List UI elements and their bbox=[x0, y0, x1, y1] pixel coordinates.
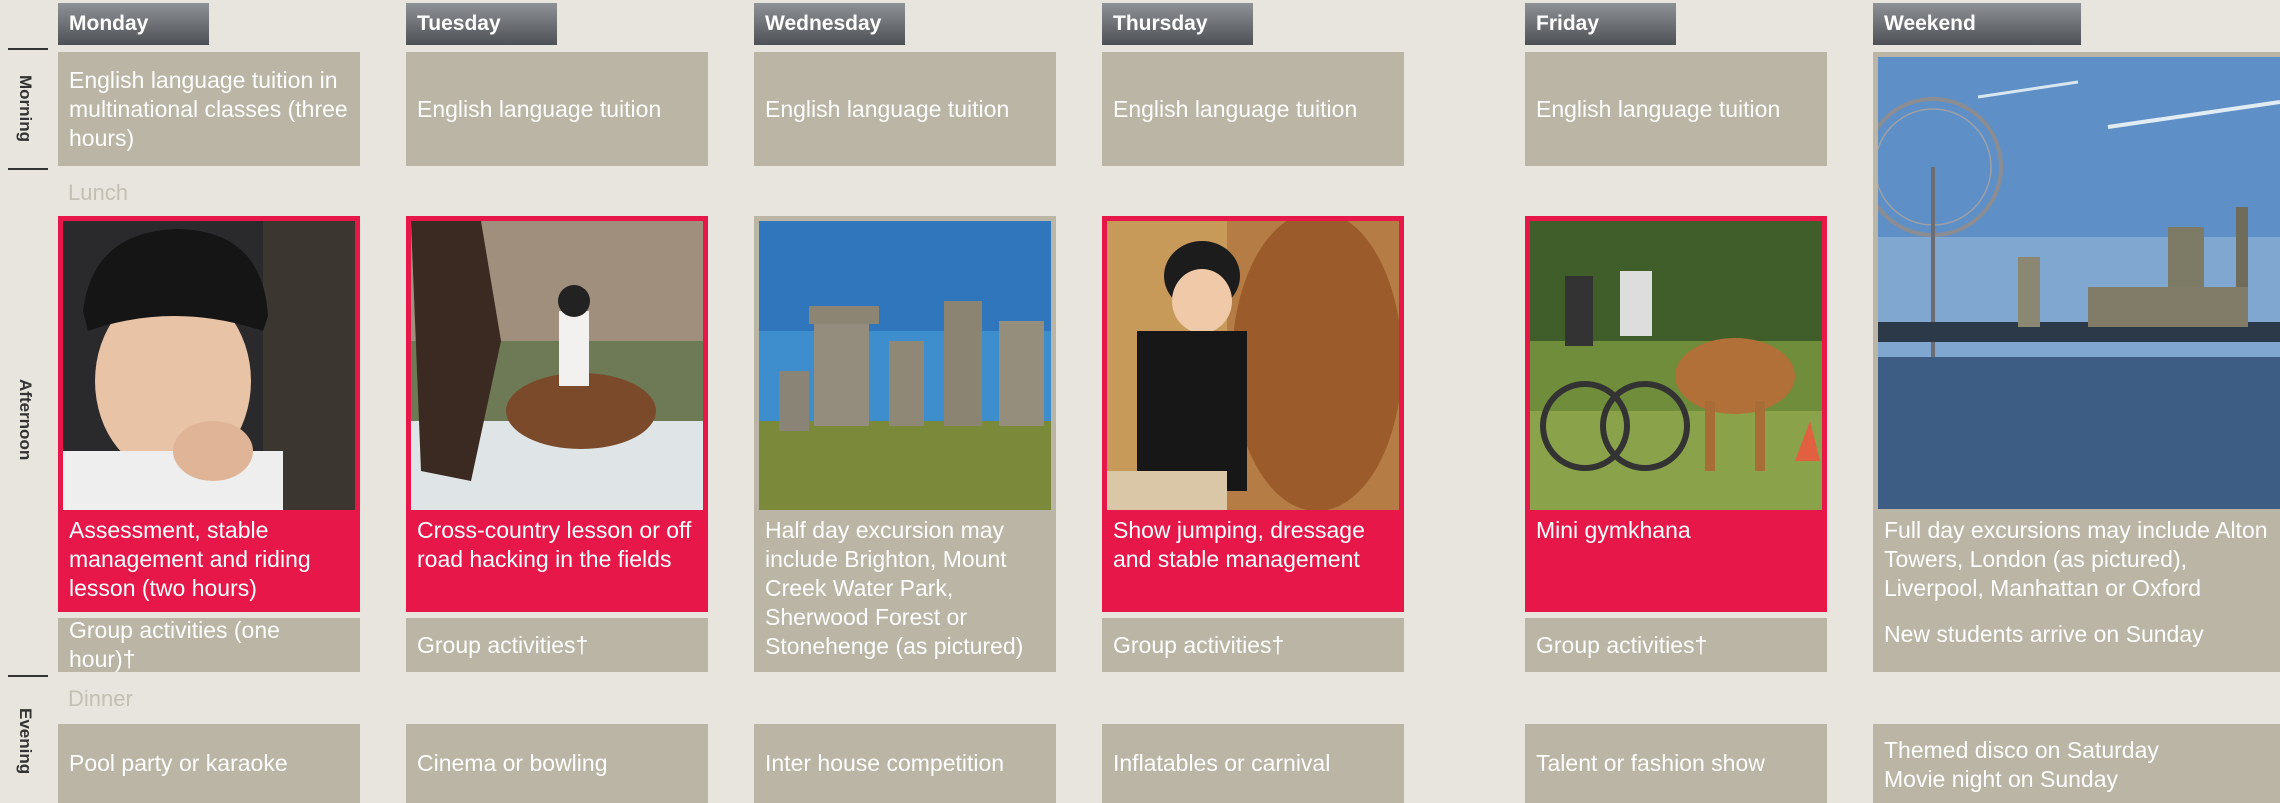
evening-thursday: Inflatables or carnival bbox=[1102, 724, 1404, 803]
horse-cart-photo bbox=[1530, 221, 1822, 510]
afternoon-thursday-caption: Show jumping, dressage and stable manage… bbox=[1113, 517, 1365, 572]
afternoon-wednesday-card: Half day excursion may include Brighton,… bbox=[754, 216, 1056, 672]
evening-wednesday: Inter house competition bbox=[754, 724, 1056, 803]
afternoon-tuesday-caption: Cross-country lesson or off road hacking… bbox=[417, 517, 692, 572]
evening-friday: Talent or fashion show bbox=[1525, 724, 1827, 803]
day-header-wednesday: Wednesday bbox=[754, 3, 905, 45]
morning-friday: English language tuition bbox=[1525, 52, 1827, 166]
morning-bottom-line bbox=[8, 168, 48, 170]
stonehenge-photo bbox=[759, 221, 1051, 510]
section-label-afternoon: Afternoon bbox=[16, 379, 35, 461]
afternoon-wednesday-caption: Half day excursion may include Brighton,… bbox=[765, 517, 1024, 659]
afternoon-tuesday-card: Cross-country lesson or off road hacking… bbox=[406, 216, 708, 612]
day-header-monday: Monday bbox=[58, 3, 209, 45]
day-header-friday: Friday bbox=[1525, 3, 1676, 45]
section-label-evening: Evening bbox=[16, 708, 35, 775]
meal-lunch: Lunch bbox=[68, 180, 128, 205]
afternoon-monday-card: Assessment, stable management and riding… bbox=[58, 216, 360, 612]
section-label-morning: Morning bbox=[16, 75, 35, 143]
day-header-weekend: Weekend bbox=[1873, 3, 2081, 45]
afternoon-weekend-note: New students arrive on Sunday bbox=[1884, 621, 2204, 647]
afternoon-weekend-card: Full day excursions may include Alton To… bbox=[1873, 52, 2280, 672]
rider-helmet-photo bbox=[63, 221, 355, 510]
evening-weekend-line-2: Movie night on Sunday bbox=[1884, 766, 2118, 792]
afternoon-thursday-group-text: Group activities† bbox=[1113, 631, 1285, 658]
afternoon-tuesday-group: Group activities† bbox=[406, 618, 708, 672]
morning-tuesday-text: English language tuition bbox=[417, 95, 662, 122]
morning-wednesday: English language tuition bbox=[754, 52, 1056, 166]
meal-dinner: Dinner bbox=[68, 686, 133, 711]
afternoon-monday-group: Group activities (one hour)† bbox=[58, 617, 360, 672]
horse-water-photo bbox=[411, 221, 703, 510]
afternoon-thursday-card: Show jumping, dressage and stable manage… bbox=[1102, 216, 1404, 612]
day-header-tuesday: Tuesday bbox=[406, 3, 557, 45]
morning-monday-text: English language tuition in multinationa… bbox=[69, 66, 348, 151]
evening-tuesday: Cinema or bowling bbox=[406, 724, 708, 803]
afternoon-friday-group-text: Group activities† bbox=[1536, 631, 1708, 658]
morning-wednesday-text: English language tuition bbox=[765, 95, 1010, 122]
afternoon-friday-caption: Mini gymkhana bbox=[1536, 517, 1691, 543]
morning-top-line bbox=[8, 48, 48, 50]
afternoon-friday-group: Group activities† bbox=[1525, 618, 1827, 672]
evening-monday-text: Pool party or karaoke bbox=[69, 750, 288, 776]
evening-weekend: Themed disco on Saturday Movie night on … bbox=[1873, 724, 2280, 803]
evening-top-line bbox=[8, 675, 48, 677]
afternoon-friday-card: Mini gymkhana bbox=[1525, 216, 1827, 612]
afternoon-tuesday-group-text: Group activities† bbox=[417, 631, 589, 658]
afternoon-monday-group-text: Group activities (one hour)† bbox=[69, 617, 280, 672]
london-eye-photo bbox=[1878, 57, 2280, 509]
girl-horse-photo bbox=[1107, 221, 1399, 510]
evening-wednesday-text: Inter house competition bbox=[765, 750, 1005, 776]
afternoon-monday-caption: Assessment, stable management and riding… bbox=[69, 517, 311, 601]
morning-thursday-text: English language tuition bbox=[1113, 95, 1358, 122]
evening-friday-text: Talent or fashion show bbox=[1536, 750, 1765, 776]
evening-tuesday-text: Cinema or bowling bbox=[417, 750, 608, 776]
day-header-thursday: Thursday bbox=[1102, 3, 1253, 45]
morning-tuesday: English language tuition bbox=[406, 52, 708, 166]
morning-thursday: English language tuition bbox=[1102, 52, 1404, 166]
morning-monday: English language tuition in multinationa… bbox=[58, 52, 360, 166]
evening-monday: Pool party or karaoke bbox=[58, 724, 360, 803]
afternoon-weekend-caption: Full day excursions may include Alton To… bbox=[1884, 517, 2268, 601]
afternoon-thursday-group: Group activities† bbox=[1102, 618, 1404, 672]
morning-friday-text: English language tuition bbox=[1536, 95, 1781, 122]
evening-thursday-text: Inflatables or carnival bbox=[1113, 750, 1331, 776]
evening-weekend-line-1: Themed disco on Saturday bbox=[1884, 737, 2159, 763]
